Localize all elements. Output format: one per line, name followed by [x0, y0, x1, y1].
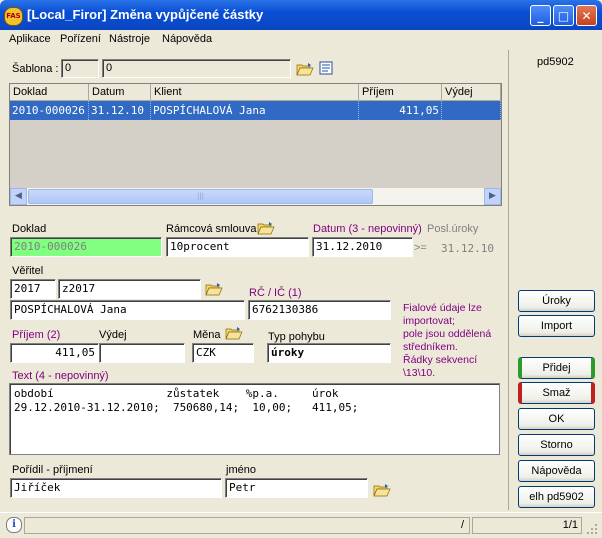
- napoveda-button[interactable]: Nápověda: [518, 460, 595, 482]
- cell-vydej: [442, 101, 501, 120]
- column-header-vydej[interactable]: Výdej: [442, 84, 501, 101]
- datum-field[interactable]: 31.12.2010: [312, 237, 413, 257]
- vydej-field[interactable]: [99, 343, 185, 363]
- doklad-label: Doklad: [12, 223, 47, 235]
- column-header-prijem[interactable]: Příjem: [359, 84, 442, 101]
- mena-label: Měna: [193, 329, 221, 341]
- status-slash: /: [461, 519, 465, 531]
- menu-porizeni[interactable]: Pořízení: [60, 33, 101, 45]
- open-folder-icon[interactable]: [257, 221, 275, 235]
- horizontal-scrollbar[interactable]: ◀ ||| ▶: [10, 188, 501, 205]
- open-folder-icon[interactable]: [373, 483, 391, 497]
- column-header-datum[interactable]: Datum: [89, 84, 151, 101]
- ok-button[interactable]: OK: [518, 408, 595, 430]
- text-label: Text (4 - nepovinný): [12, 370, 109, 382]
- posl-uroky-label: Posl.úroky: [427, 223, 479, 235]
- title-bar[interactable]: FAS [Local_Firor] Změna vypůjčené částky…: [0, 0, 602, 30]
- column-header-doklad[interactable]: Doklad: [10, 84, 89, 101]
- menu-aplikace[interactable]: Aplikace: [9, 33, 51, 45]
- elh-button[interactable]: elh pd5902: [518, 486, 595, 508]
- sablona-name-field[interactable]: 0: [102, 59, 291, 78]
- minimize-button[interactable]: _: [530, 5, 551, 26]
- menu-bar: Aplikace Pořízení Nástroje Nápověda: [3, 30, 599, 50]
- scroll-left-icon[interactable]: ◀: [10, 188, 27, 205]
- app-icon: FAS: [4, 7, 23, 26]
- jmeno-field[interactable]: Petr: [225, 478, 368, 498]
- prijem-field[interactable]: 411,05: [10, 343, 99, 363]
- menu-napoveda[interactable]: Nápověda: [162, 33, 212, 45]
- column-header-klient[interactable]: Klient: [151, 84, 359, 101]
- close-button[interactable]: ✕: [576, 5, 597, 26]
- cell-klient: POSPÍCHALOVÁ Jana: [151, 101, 359, 120]
- table-row[interactable]: 2010-000026 31.12.10 POSPÍCHALOVÁ Jana 4…: [10, 101, 501, 120]
- status-bar: i / 1/1: [0, 512, 602, 538]
- list-icon[interactable]: [319, 61, 334, 76]
- posl-uroky-prefix: >=: [414, 242, 427, 254]
- veritel-code-field[interactable]: 2017: [10, 279, 56, 299]
- import-note: Fialové údaje lze importovat; pole jsou …: [403, 302, 492, 379]
- rc-ic-label: RČ / IČ (1): [249, 287, 302, 299]
- uroky-button[interactable]: Úroky: [518, 290, 595, 312]
- ramcova-smlouva-label: Rámcová smlouva: [166, 223, 257, 235]
- prijem-label: Příjem (2): [12, 329, 61, 341]
- veritel-name-code-field[interactable]: z2017: [58, 279, 201, 299]
- rc-ic-field[interactable]: 6762130386: [248, 300, 391, 320]
- form-id-label: pd5902: [537, 56, 574, 68]
- open-folder-icon[interactable]: [225, 326, 243, 340]
- jmeno-label: jméno: [226, 464, 256, 476]
- cell-datum: 31.12.10: [89, 101, 151, 120]
- posl-uroky-value: 31.12.10: [441, 242, 494, 255]
- datum-label: Datum (3 - nepovinný): [313, 223, 422, 235]
- open-folder-icon[interactable]: [205, 282, 223, 296]
- status-page: 1/1: [472, 517, 582, 534]
- resize-grip-icon[interactable]: [586, 523, 598, 535]
- maximize-button[interactable]: □: [553, 5, 574, 26]
- typ-pohybu-field[interactable]: úroky: [267, 343, 391, 363]
- typ-pohybu-label: Typ pohybu: [268, 331, 325, 343]
- cell-prijem: 411,05: [359, 101, 442, 120]
- poridil-prijmeni-label: Pořídil - příjmení: [12, 464, 93, 476]
- mena-field[interactable]: CZK: [192, 343, 254, 363]
- veritel-name-field[interactable]: POSPÍCHALOVÁ Jana: [10, 300, 245, 320]
- open-folder-icon[interactable]: [296, 62, 314, 76]
- smaz-button[interactable]: Smaž: [518, 382, 595, 404]
- records-grid[interactable]: Doklad Datum Klient Příjem Výdej 2010-00…: [9, 83, 502, 206]
- text-area[interactable]: období zůstatek %p.a. úrok 29.12.2010-31…: [9, 383, 500, 455]
- storno-button[interactable]: Storno: [518, 434, 595, 456]
- scroll-thumb[interactable]: |||: [28, 189, 373, 204]
- sablona-code-field[interactable]: 0: [61, 59, 99, 78]
- menu-nastroje[interactable]: Nástroje: [109, 33, 150, 45]
- status-panel-main: /: [24, 517, 470, 534]
- scroll-right-icon[interactable]: ▶: [484, 188, 501, 205]
- ramcova-smlouva-field[interactable]: 10procent: [166, 237, 309, 257]
- vydej-label: Výdej: [99, 329, 127, 341]
- sidebar-divider: [508, 50, 509, 510]
- info-icon: i: [6, 517, 22, 533]
- cell-doklad: 2010-000026: [10, 101, 89, 120]
- pridej-button[interactable]: Přidej: [518, 357, 595, 379]
- import-button[interactable]: Import: [518, 315, 595, 337]
- sablona-label: Šablona :: [12, 63, 59, 75]
- window-title: [Local_Firor] Změna vypůjčené částky: [27, 7, 264, 22]
- doklad-field[interactable]: 2010-000026: [10, 237, 162, 257]
- poridil-prijmeni-field[interactable]: Jiříček: [10, 478, 222, 498]
- veritel-label: Věřitel: [12, 265, 44, 277]
